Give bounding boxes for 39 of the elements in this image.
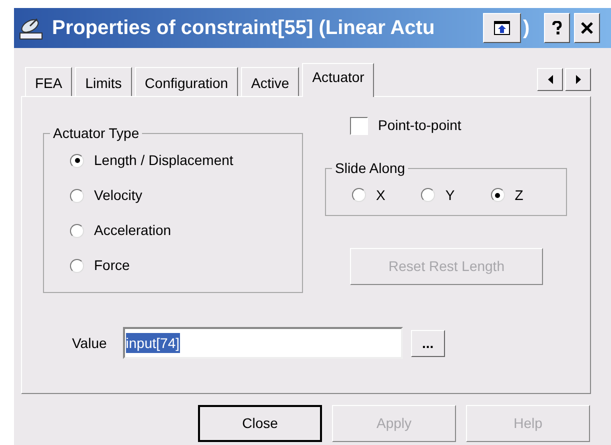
satellite-dish-icon	[18, 16, 44, 40]
radio-button[interactable]	[70, 224, 84, 238]
window-title: Properties of constraint[55] (Linear Actu	[52, 16, 436, 41]
question-mark-icon	[552, 21, 562, 35]
close-icon-button[interactable]	[574, 13, 600, 43]
radio-label: X	[376, 186, 386, 204]
radio-button[interactable]	[421, 188, 436, 202]
window-title-end: )	[523, 16, 530, 41]
radio-label: Length / Displacement	[94, 151, 234, 170]
tab[interactable]: Actuator	[302, 63, 374, 97]
radio-label: Velocity	[94, 186, 142, 205]
help-button[interactable]	[544, 13, 570, 43]
checkbox-label: Point-to-point	[378, 116, 462, 135]
checkbox[interactable]	[350, 116, 368, 134]
radio-button[interactable]	[70, 258, 84, 272]
browse-button[interactable]: ...	[410, 330, 445, 356]
group-label: Slide Along	[334, 159, 406, 178]
group-label: Actuator Type	[52, 124, 140, 143]
radio-button[interactable]	[490, 188, 505, 202]
tab[interactable]: Limits	[75, 67, 132, 96]
restore-button[interactable]	[483, 13, 521, 43]
value-label: Value	[72, 334, 107, 352]
tab[interactable]: FEA	[25, 67, 72, 96]
tab[interactable]: Configuration	[134, 67, 238, 96]
scroll-left-button[interactable]	[537, 68, 563, 91]
radio-button[interactable]	[352, 188, 366, 202]
close-icon	[580, 22, 593, 34]
scroll-right-button[interactable]	[565, 68, 591, 91]
radio-label: Force	[94, 256, 130, 275]
tab[interactable]: Active	[241, 67, 300, 96]
dialog-button[interactable]: Close	[198, 405, 322, 442]
radio-label: Y	[445, 186, 455, 204]
value-field[interactable]: input[74]	[122, 327, 403, 359]
right-triangle-icon	[576, 75, 580, 84]
left-triangle-icon	[548, 75, 552, 84]
radio-label: Acceleration	[94, 221, 172, 240]
radio-button[interactable]	[70, 154, 84, 168]
radio-button[interactable]	[70, 188, 84, 202]
radio-label: Z	[514, 186, 524, 204]
